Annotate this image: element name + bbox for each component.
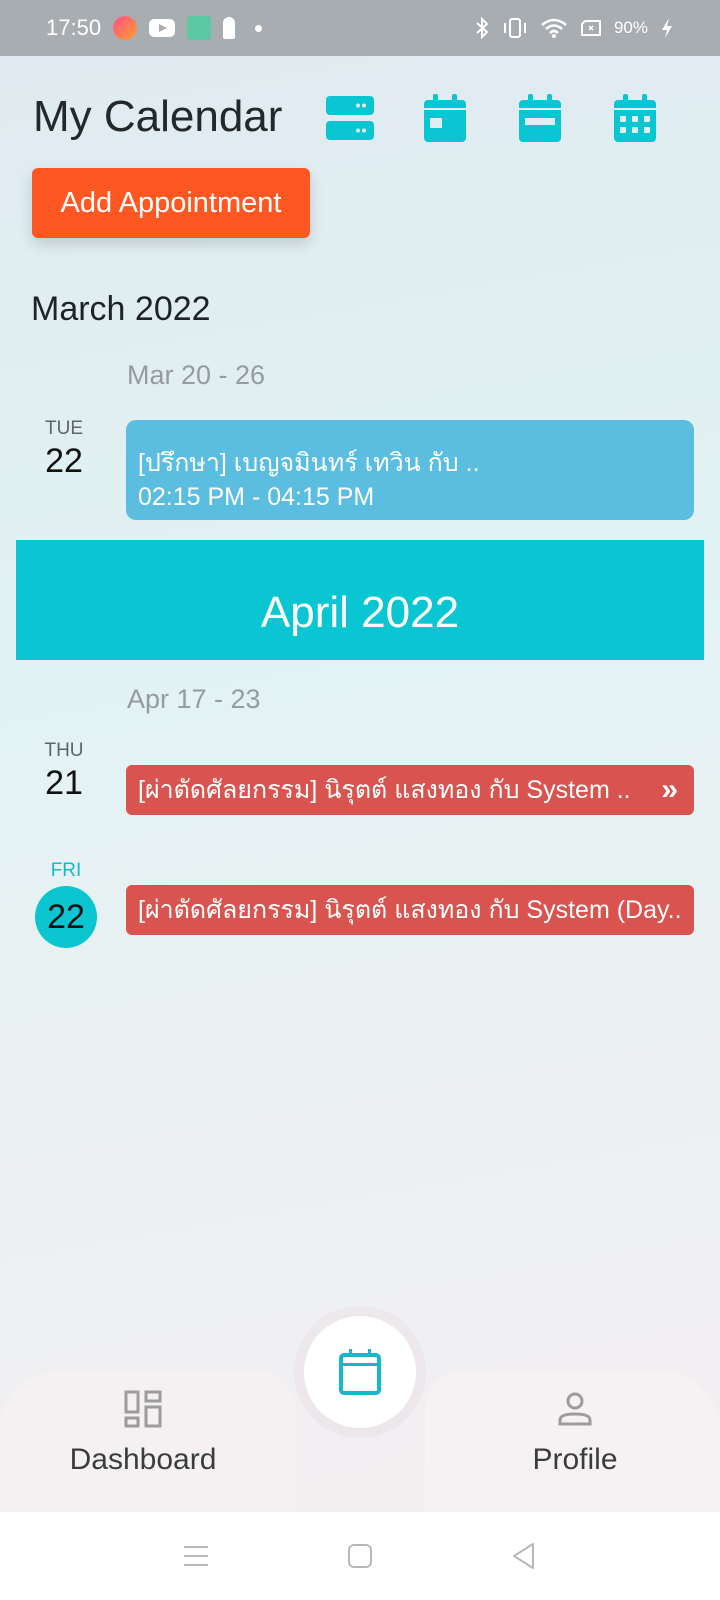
day-number[interactable]: 21 — [28, 764, 100, 803]
agenda-view-icon[interactable] — [326, 94, 374, 142]
recents-button[interactable] — [179, 1539, 213, 1573]
month-view-icon[interactable] — [611, 94, 659, 142]
clock: 17:50 — [46, 15, 102, 40]
event-title: [ผ่าตัดศัลยกรรม] นิรุตต์ แสงทอง กับ Syst… — [138, 776, 631, 804]
system-nav-bar — [0, 1512, 720, 1600]
notification-dot-icon — [255, 24, 263, 32]
day-label: TUE 22 — [28, 418, 100, 481]
back-triangle-icon — [513, 1543, 534, 1569]
week-range: Mar 20 - 26 — [127, 360, 266, 390]
calendar-icon — [339, 1349, 381, 1395]
day-name: FRI — [50, 860, 82, 881]
day-label-today: FRI 22 — [30, 860, 102, 948]
back-button[interactable] — [507, 1539, 541, 1573]
week-view-icon[interactable] — [516, 94, 564, 142]
paint-app-icon — [113, 16, 138, 40]
nav-item-profile[interactable]: Profile — [475, 1390, 675, 1477]
home-square-icon — [348, 1544, 372, 1568]
wifi-icon — [541, 18, 567, 38]
vibrate-icon — [503, 18, 526, 38]
event-card[interactable]: [ปรึกษา] เบญจมินทร์ เทวิน กับ .. 02:15 P… — [126, 420, 694, 520]
event-title: [ผ่าตัดศัลยกรรม] นิรุตต์ แสงทอง กับ Syst… — [138, 896, 682, 924]
dashboard-icon — [124, 1390, 162, 1428]
event-time: 02:15 PM - 04:15 PM — [138, 483, 375, 511]
battery-charging-icon — [662, 18, 672, 38]
event-card[interactable]: [ผ่าตัดศัลยกรรม] นิรุตต์ แสงทอง กับ Syst… — [126, 885, 694, 935]
nav-item-dashboard[interactable]: Dashboard — [43, 1390, 243, 1477]
day-label: THU 21 — [28, 740, 100, 803]
day-name: TUE — [45, 418, 83, 439]
app-green-icon — [187, 16, 212, 40]
event-title: [ปรึกษา] เบญจมินทร์ เทวิน กับ .. — [138, 449, 480, 477]
no-sim-icon — [580, 20, 601, 36]
month-banner: April 2022 — [16, 540, 704, 660]
page-title: My Calendar — [33, 92, 283, 141]
bluetooth-icon — [476, 17, 489, 39]
calendar-fab-button[interactable] — [304, 1316, 416, 1428]
home-button[interactable] — [343, 1539, 377, 1573]
nav-label: Dashboard — [69, 1443, 217, 1476]
youtube-icon — [149, 19, 176, 37]
continues-chevron-icon: » — [661, 773, 678, 806]
today-day-number[interactable]: 22 — [35, 886, 97, 948]
view-switcher — [326, 94, 659, 142]
day-number[interactable]: 22 — [28, 442, 100, 481]
battery-level: 90% — [613, 18, 648, 37]
event-card[interactable]: [ผ่าตัดศัลยกรรม] นิรุตต์ แสงทอง กับ Syst… — [126, 765, 694, 815]
day-name: THU — [44, 740, 84, 761]
status-bar: 17:50 90% — [0, 0, 720, 56]
week-range: Apr 17 - 23 — [127, 684, 261, 714]
menu-icon — [184, 1546, 208, 1566]
keyhole-icon — [223, 17, 236, 39]
add-appointment-button[interactable]: Add Appointment — [32, 168, 310, 238]
nav-label: Profile — [532, 1443, 618, 1476]
profile-icon — [558, 1392, 592, 1426]
month-heading: March 2022 — [31, 290, 211, 328]
day-view-icon[interactable] — [421, 94, 469, 142]
